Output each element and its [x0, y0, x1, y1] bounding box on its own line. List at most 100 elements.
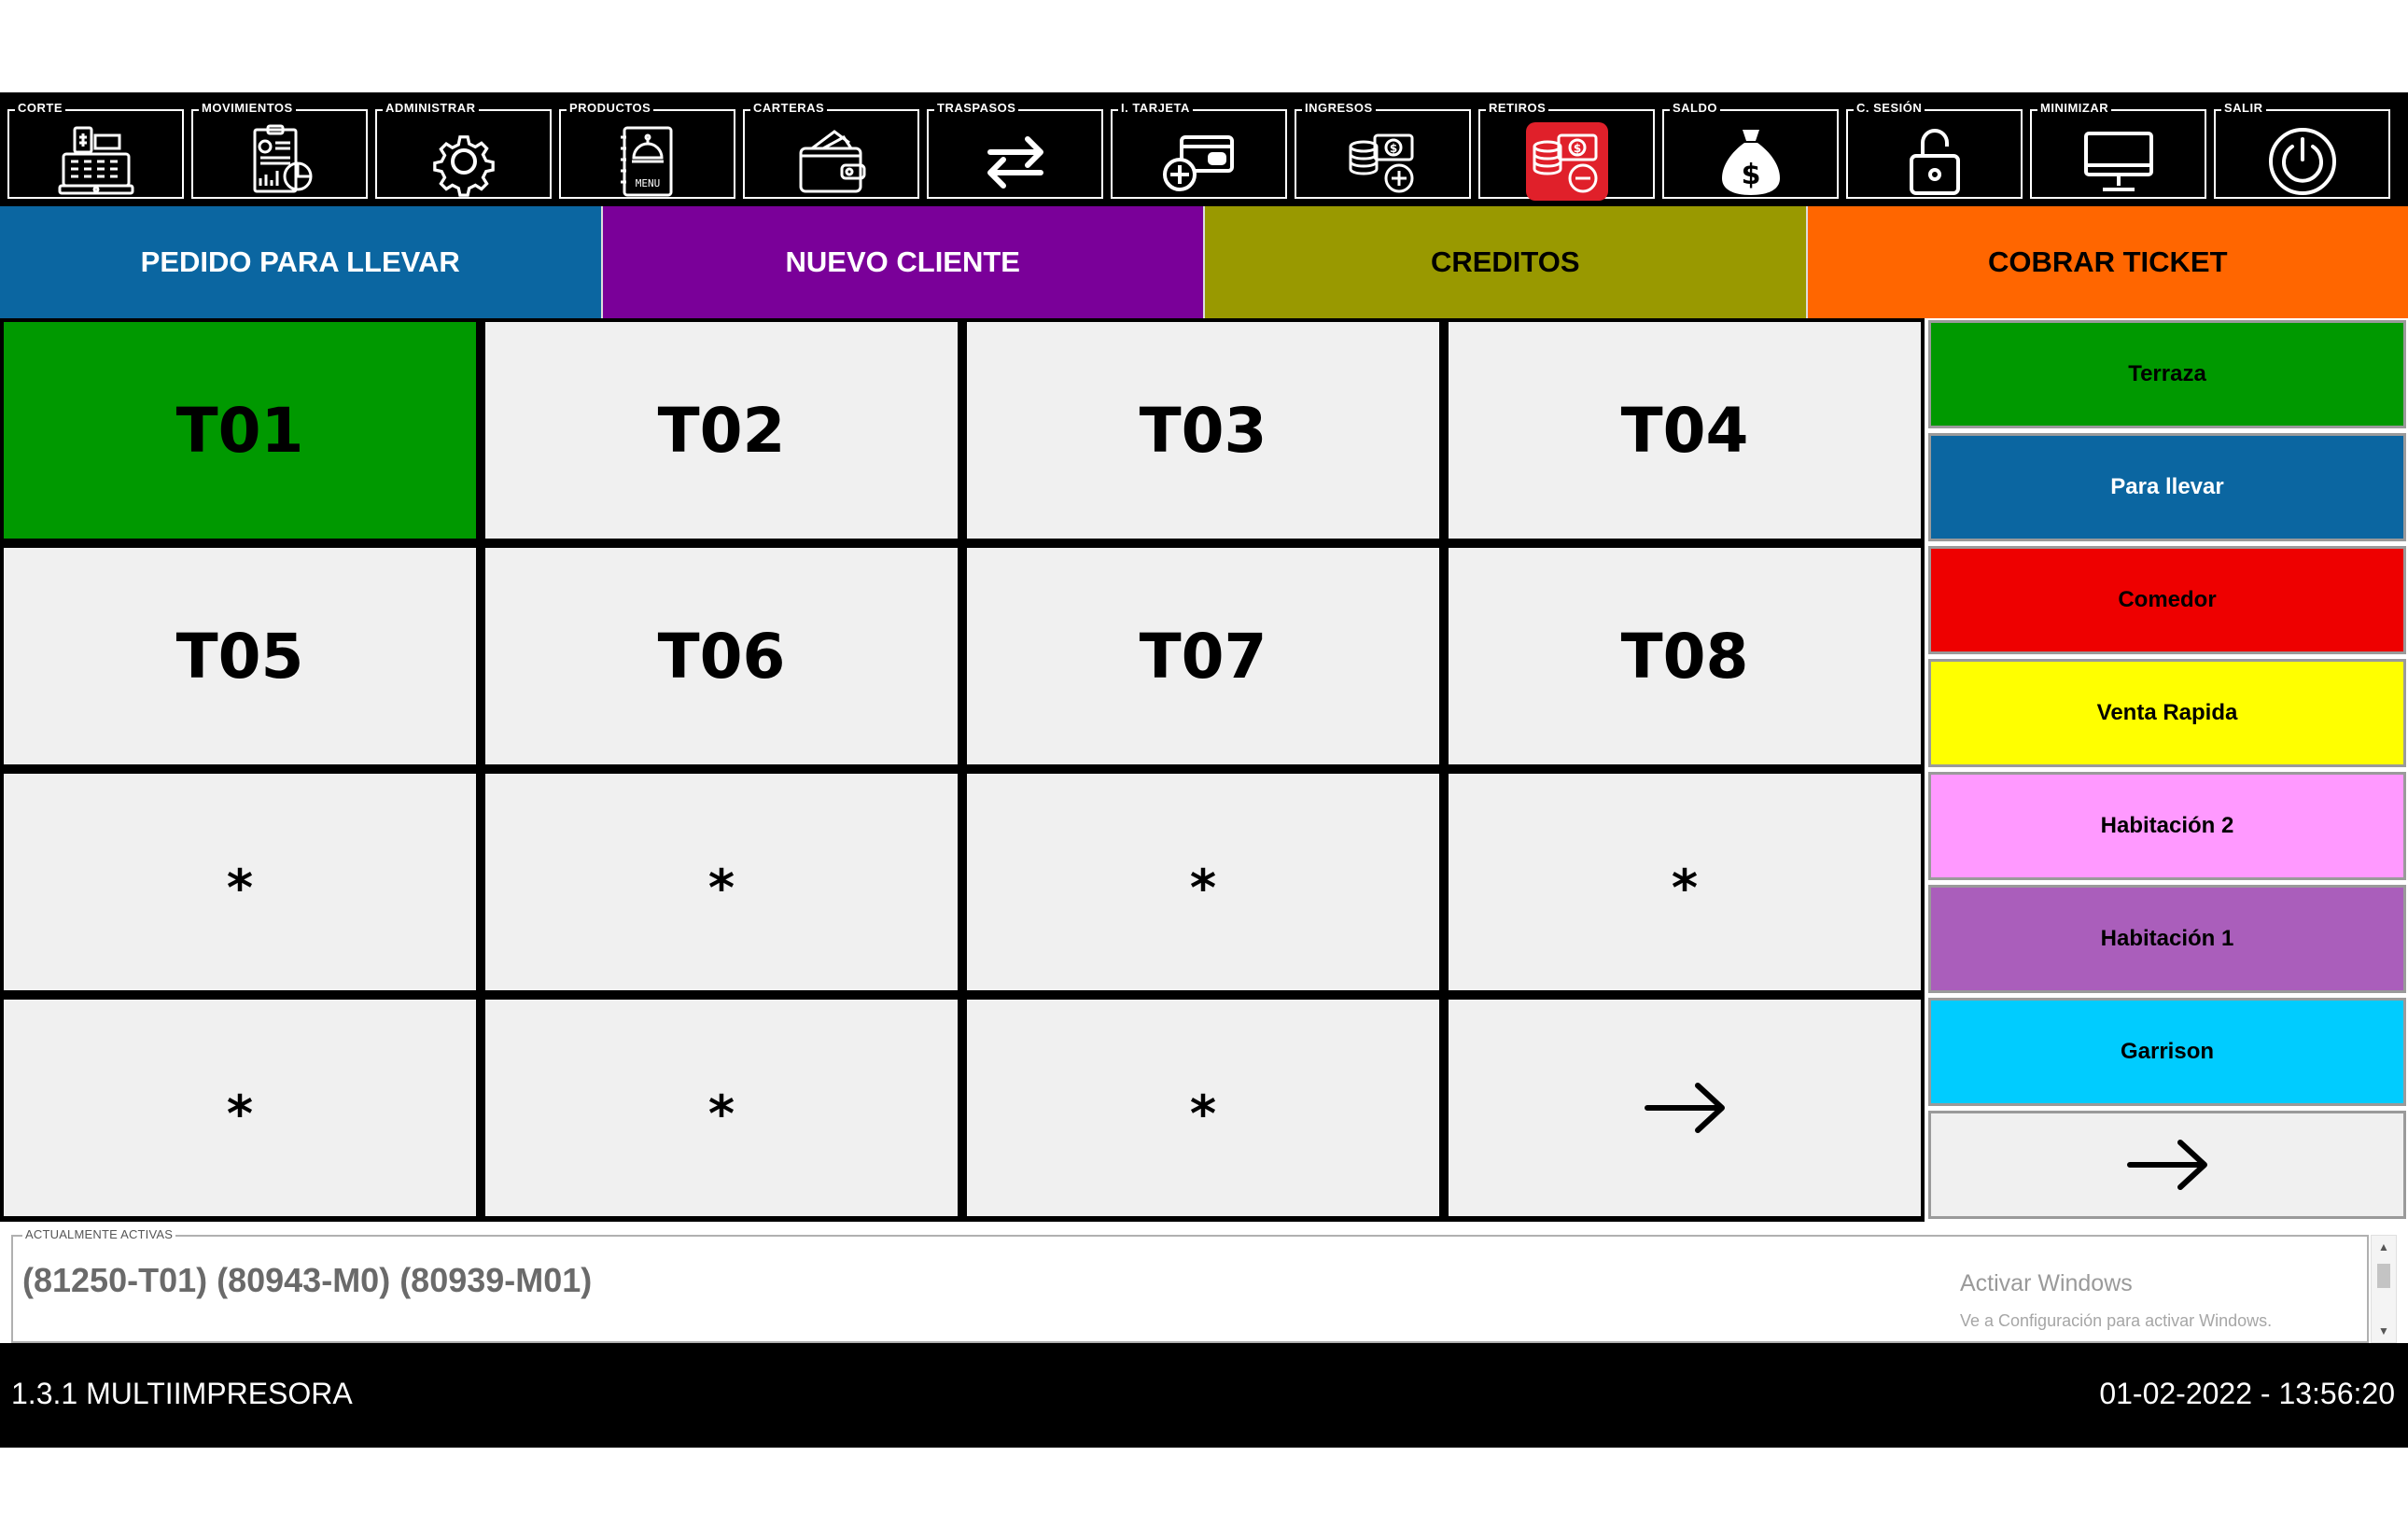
zone-garrison-button[interactable]: Garrison [1928, 998, 2406, 1106]
toolbar-label: C. SESIÓN [1854, 100, 1925, 117]
status-bar: 1.3.1 MULTIIMPRESORA 01-02-2022 - 13:56:… [0, 1343, 2408, 1448]
version-label: 1.3.1 MULTIIMPRESORA [11, 1377, 353, 1410]
windows-activation-title: Activar Windows [1960, 1270, 2133, 1296]
table-button-empty[interactable]: * [4, 774, 476, 990]
zones-next-page-button[interactable] [1928, 1111, 2406, 1219]
tables-next-page-button[interactable] [1449, 1000, 1921, 1216]
svg-text:MENU: MENU [635, 177, 660, 189]
table-button-t06[interactable]: T06 [485, 548, 958, 764]
table-button-t01[interactable]: T01 [4, 322, 476, 539]
coins-plus-icon: $ [1341, 122, 1425, 201]
toolbar-corte-button[interactable]: CORTE [4, 100, 188, 203]
table-label: T08 [1620, 620, 1749, 693]
zone-habitacion-1-button[interactable]: Habitación 1 [1928, 885, 2406, 993]
zone-venta-rapida-button[interactable]: Venta Rapida [1928, 659, 2406, 767]
active-orders-legend: ACTUALMENTE ACTIVAS [22, 1227, 176, 1241]
nuevo-cliente-button[interactable]: NUEVO CLIENTE [602, 206, 1205, 318]
wallet-icon [790, 122, 874, 201]
table-label: T05 [175, 620, 304, 693]
money-bag-icon: $ [1709, 122, 1793, 201]
zone-habitacion-2-button[interactable]: Habitación 2 [1928, 772, 2406, 880]
pedido-para-llevar-button[interactable]: PEDIDO PARA LLEVAR [0, 206, 603, 318]
toolbar-label: TRASPASOS [934, 100, 1019, 117]
active-orders-text: (81250-T01) (80943-M0) (80939-M01) [22, 1261, 593, 1299]
table-button-t02[interactable]: T02 [485, 322, 958, 539]
svg-text:$: $ [1389, 142, 1396, 155]
gear-icon [422, 122, 506, 201]
table-button-empty[interactable]: * [485, 1000, 958, 1216]
table-button-empty[interactable]: * [1449, 774, 1921, 990]
empty-slot-label: * [1671, 858, 1699, 917]
pos-app: CORTE MOVIMIENTOS ADMINISTRAR PRODUCTOS … [0, 0, 2408, 1540]
empty-slot-label: * [707, 858, 735, 917]
table-button-t05[interactable]: T05 [4, 548, 476, 764]
creditos-button[interactable]: CREDITOS [1205, 206, 1808, 318]
toolbar-carteras-button[interactable]: CARTERAS [739, 100, 923, 203]
active-orders-box[interactable]: ACTUALMENTE ACTIVAS (81250-T01) (80943-M… [11, 1227, 2369, 1343]
toolbar-saldo-button[interactable]: SALDO $ [1659, 100, 1842, 203]
empty-slot-label: * [226, 858, 254, 917]
zone-terraza-button[interactable]: Terraza [1928, 320, 2406, 428]
arrow-right-icon [2127, 1140, 2207, 1190]
cash-register-icon [54, 122, 138, 201]
monitor-icon [2077, 122, 2161, 201]
table-button-empty[interactable]: * [485, 774, 958, 990]
toolbar-label: RETIROS [1486, 100, 1549, 117]
toolbar-cerrar-sesion-button[interactable]: C. SESIÓN [1842, 100, 2026, 203]
toolbar-tarjeta-button[interactable]: I. TARJETA [1107, 100, 1291, 203]
table-button-empty[interactable]: * [967, 1000, 1439, 1216]
toolbar-label: SALDO [1670, 100, 1720, 117]
toolbar-label: CORTE [15, 100, 65, 117]
table-button-t07[interactable]: T07 [967, 548, 1439, 764]
toolbar-minimizar-button[interactable]: MINIMIZAR [2026, 100, 2210, 203]
active-orders-scrollbar[interactable]: ▲ ▼ [2371, 1235, 2397, 1343]
empty-slot-label: * [1189, 858, 1217, 917]
empty-slot-label: * [1189, 1084, 1217, 1143]
table-button-t03[interactable]: T03 [967, 322, 1439, 539]
top-toolbar: CORTE MOVIMIENTOS ADMINISTRAR PRODUCTOS … [0, 92, 2408, 206]
scroll-down-icon[interactable]: ▼ [2372, 1322, 2396, 1340]
scroll-thumb[interactable] [2377, 1264, 2390, 1288]
toolbar-label: SALIR [2221, 100, 2266, 117]
report-chart-icon [238, 122, 322, 201]
toolbar-movimientos-button[interactable]: MOVIMIENTOS [188, 100, 371, 203]
toolbar-label: CARTERAS [750, 100, 828, 117]
toolbar-productos-button[interactable]: PRODUCTOS MENU [555, 100, 739, 203]
table-button-t04[interactable]: T04 [1449, 322, 1921, 539]
card-plus-icon [1157, 122, 1241, 201]
zone-comedor-button[interactable]: Comedor [1928, 546, 2406, 654]
toolbar-administrar-button[interactable]: ADMINISTRAR [371, 100, 555, 203]
table-button-t08[interactable]: T08 [1449, 548, 1921, 764]
svg-text:$: $ [1741, 159, 1760, 191]
coins-minus-icon: $ [1525, 122, 1608, 201]
zones-panel: Terraza Para llevar Comedor Venta Rapida… [1925, 318, 2408, 1222]
toolbar-label: MINIMIZAR [2037, 100, 2112, 117]
toolbar-label: ADMINISTRAR [383, 100, 479, 117]
toolbar-salir-button[interactable]: SALIR [2210, 100, 2394, 203]
windows-activation-subtitle: Ve a Configuración para activar Windows. [1960, 1311, 2273, 1330]
toolbar-label: INGRESOS [1302, 100, 1376, 117]
table-label: T07 [1139, 620, 1267, 693]
scroll-up-icon[interactable]: ▲ [2372, 1238, 2396, 1256]
unlock-icon [1893, 122, 1977, 201]
toolbar-traspasos-button[interactable]: TRASPASOS [923, 100, 1107, 203]
action-bar: PEDIDO PARA LLEVAR NUEVO CLIENTE CREDITO… [0, 206, 2408, 318]
transfer-arrows-icon [973, 122, 1057, 201]
arrow-right-icon [1645, 1083, 1725, 1133]
datetime-label: 01-02-2022 - 13:56:20 [2099, 1377, 2395, 1410]
svg-text:$: $ [1573, 142, 1580, 155]
toolbar-label: I. TARJETA [1118, 100, 1193, 117]
toolbar-label: MOVIMIENTOS [199, 100, 296, 117]
toolbar-label: PRODUCTOS [567, 100, 654, 117]
table-button-empty[interactable]: * [967, 774, 1439, 990]
toolbar-ingresos-button[interactable]: INGRESOS $ [1291, 100, 1475, 203]
empty-slot-label: * [226, 1084, 254, 1143]
empty-slot-label: * [707, 1084, 735, 1143]
table-button-empty[interactable]: * [4, 1000, 476, 1216]
table-label: T06 [657, 620, 786, 693]
table-label: T01 [175, 394, 304, 467]
table-label: T04 [1620, 394, 1749, 467]
zone-para-llevar-button[interactable]: Para llevar [1928, 433, 2406, 541]
toolbar-retiros-button[interactable]: RETIROS $ [1475, 100, 1659, 203]
cobrar-ticket-button[interactable]: COBRAR TICKET [1807, 206, 2408, 318]
